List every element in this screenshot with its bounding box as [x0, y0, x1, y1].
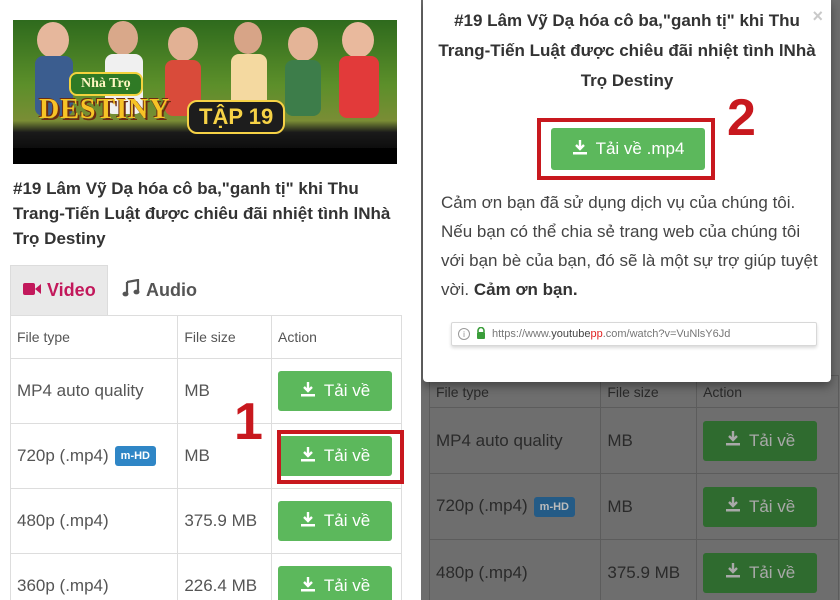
download-button[interactable]: Tải về — [278, 566, 393, 600]
file-type-label: 720p (.mp4) — [436, 496, 528, 516]
address-bar[interactable]: i https://www. youtube pp .com/watch?v=VuNl… — [451, 322, 817, 346]
download-button-label: Tải về — [748, 496, 796, 516]
file-type-cell: MP4 auto quality — [9, 358, 179, 424]
file-type-cell: 720p (.mp4) m-HD — [9, 423, 179, 489]
action-cell: Tải về — [696, 407, 839, 474]
download-icon — [300, 381, 316, 402]
table-row: 720p (.mp4) m-HD MB Tải về — [428, 473, 839, 540]
step-2-highlight — [537, 118, 715, 180]
file-size-cell: MB — [600, 473, 698, 540]
url-prefix: https://www. — [492, 328, 552, 340]
file-size-cell: 375.9 MB — [600, 539, 698, 600]
download-icon — [300, 576, 316, 597]
table-row: 480p (.mp4) 375.9 MB Tải về — [428, 539, 839, 600]
download-icon — [725, 562, 741, 583]
download-icon — [725, 496, 741, 517]
action-cell: Tải về — [696, 539, 839, 600]
download-icon — [725, 430, 741, 451]
step-1-highlight — [277, 430, 404, 484]
download-modal: × #19 Lâm Vỹ Dạ hóa cô ba,"ganh tị" khi … — [423, 0, 831, 382]
file-type-cell: MP4 auto quality — [428, 407, 602, 474]
left-screenshot: Nhà Trọ DESTINY TẬP 19 #19 Lâm Vỹ Dạ hóa… — [0, 0, 413, 600]
file-size-cell: MB — [600, 407, 698, 474]
file-type-cell: 720p (.mp4) m-HD — [428, 473, 602, 540]
info-icon: i — [458, 328, 470, 340]
download-button-label: Tải về — [323, 511, 371, 530]
file-type-label: 720p (.mp4) — [17, 445, 109, 465]
thank-you-message: Cảm ơn bạn đã sử dụng dịch vụ của chúng … — [441, 188, 819, 304]
file-type-cell: 480p (.mp4) — [9, 488, 179, 554]
tab-audio-label: Audio — [146, 279, 197, 300]
file-type-label: 480p (.mp4) — [17, 511, 109, 530]
video-title: #19 Lâm Vỹ Dạ hóa cô ba,"ganh tị" khi Th… — [13, 179, 391, 248]
download-table-dimmed: File type File size Action MP4 auto qual… — [428, 375, 839, 600]
modal-title: #19 Lâm Vỹ Dạ hóa cô ba,"ganh tị" khi Th… — [438, 11, 816, 90]
action-cell: Tải về — [271, 358, 402, 424]
logo-small-text: Nhà Trọ — [69, 72, 143, 96]
right-screenshot: File type File size Action MP4 auto qual… — [421, 0, 840, 600]
download-icon — [300, 511, 316, 532]
tab-video[interactable]: Video — [10, 265, 108, 315]
tab-video-label: Video — [47, 280, 96, 300]
table-row: MP4 auto quality MB Tải về — [428, 407, 839, 474]
lock-icon — [476, 326, 486, 342]
url-rest: .com/watch?v=VuNlsY6Jd — [602, 328, 731, 340]
url-pp: pp — [590, 328, 603, 340]
action-cell: Tải về — [271, 488, 402, 554]
download-button[interactable]: Tải về — [278, 371, 393, 411]
nha-tro-destiny-logo: Nhà Trọ DESTINY — [35, 68, 171, 132]
download-button-label: Tải về — [323, 381, 371, 400]
format-tabs: Video Audio — [10, 265, 402, 315]
download-button[interactable]: Tải về — [703, 486, 818, 527]
logo-big-text: DESTINY — [39, 94, 171, 125]
episode-badge: TẬP 19 — [187, 100, 286, 134]
music-note-icon — [122, 278, 140, 302]
download-button[interactable]: Tải về — [703, 552, 818, 593]
download-button-label: Tải về — [748, 430, 796, 450]
file-size-cell: 226.4 MB — [177, 553, 273, 600]
file-type-label: 360p (.mp4) — [17, 576, 109, 595]
file-type-label: MP4 auto quality — [17, 381, 144, 400]
step-2-number: 2 — [727, 89, 756, 147]
table-row: 480p (.mp4) 375.9 MB Tải về — [9, 488, 402, 554]
panel-divider — [413, 0, 421, 600]
header-action: Action — [271, 315, 402, 359]
download-button[interactable]: Tải về — [703, 420, 818, 461]
step-1-number: 1 — [234, 393, 263, 451]
video-thumbnail[interactable]: Nhà Trọ DESTINY TẬP 19 — [13, 20, 397, 164]
url-host: youtube — [551, 328, 591, 340]
thank-you-bold: Cảm ơn bạn. — [473, 280, 578, 299]
download-button-label: Tải về — [748, 562, 796, 582]
file-type-cell: 360p (.mp4) — [9, 553, 179, 600]
table-row: MP4 auto quality MB Tải về — [9, 358, 402, 424]
action-cell: Tải về — [696, 473, 839, 540]
quality-badge: m-HD — [114, 446, 157, 467]
tab-audio[interactable]: Audio — [108, 265, 228, 315]
file-size-cell: 375.9 MB — [177, 488, 273, 554]
download-button-label: Tải về — [323, 576, 371, 595]
file-type-cell: 480p (.mp4) — [428, 539, 602, 600]
thumbnail-letterbox — [13, 148, 397, 164]
quality-badge: m-HD — [533, 496, 576, 517]
video-camera-icon — [23, 280, 41, 301]
action-cell: Tải về — [271, 553, 402, 600]
header-file-type: File type — [9, 315, 179, 359]
download-button[interactable]: Tải về — [278, 501, 393, 541]
table-row: 360p (.mp4) 226.4 MB Tải về — [9, 553, 402, 600]
header-file-size: File size — [177, 315, 273, 359]
table-header-row: File type File size Action — [9, 315, 402, 359]
